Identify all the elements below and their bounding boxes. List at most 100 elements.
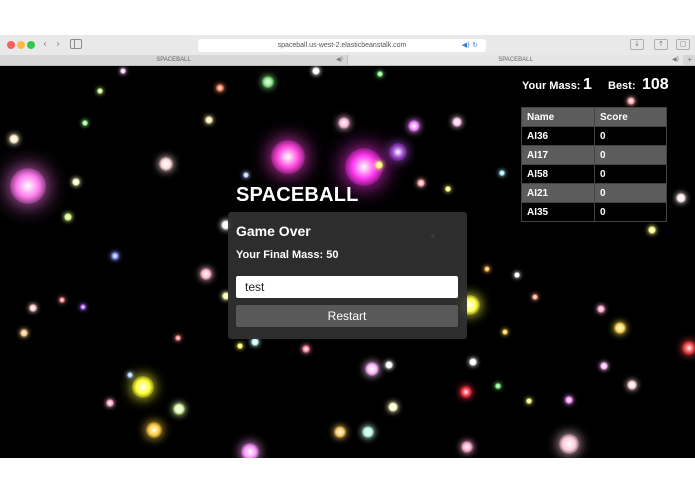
tab-bar: SPACEBALL ◀) SPACEBALL ◀) + xyxy=(0,55,695,66)
glowing-orb xyxy=(175,335,181,341)
audio-reload-icon[interactable]: ◀) ↻ xyxy=(462,39,478,52)
speaker-icon[interactable]: ◀) xyxy=(672,55,679,65)
minimize-window-button[interactable] xyxy=(17,41,25,49)
glowing-orb xyxy=(484,266,490,272)
glowing-orb xyxy=(80,304,86,310)
table-row: AI35 0 xyxy=(521,202,667,222)
speaker-icon[interactable]: ◀) xyxy=(336,55,343,65)
player-name: AI58 xyxy=(521,164,595,184)
mass-label: Your Mass: xyxy=(522,80,581,92)
address-bar[interactable]: spaceball.us-west-2.elasticbeanstalk.com… xyxy=(198,39,486,52)
player-name: AI35 xyxy=(521,202,595,222)
tabs-overview-icon[interactable]: ▢ xyxy=(676,39,690,50)
glowing-orb xyxy=(200,268,212,280)
sidebar-toggle-icon[interactable] xyxy=(70,39,82,49)
mass-value: 1 xyxy=(583,76,592,93)
glowing-orb xyxy=(365,362,379,376)
glowing-orb xyxy=(532,294,538,300)
glowing-orb xyxy=(237,343,243,349)
window-bottom-margin xyxy=(0,458,695,494)
player-score: 0 xyxy=(594,202,667,222)
glowing-orb xyxy=(385,361,393,369)
browser-toolbar: ‹ › spaceball.us-west-2.elasticbeanstalk… xyxy=(0,35,695,56)
glowing-orb xyxy=(627,380,637,390)
glowing-orb xyxy=(29,304,37,312)
best-label: Best: xyxy=(608,80,636,92)
forward-icon[interactable]: › xyxy=(52,39,64,50)
player-name: AI36 xyxy=(521,126,595,146)
glowing-orb xyxy=(389,143,407,161)
player-score: 0 xyxy=(594,145,667,165)
header-score: Score xyxy=(594,107,667,127)
download-icon[interactable]: ↓ xyxy=(630,39,644,50)
glowing-orb xyxy=(127,372,133,378)
glowing-orb xyxy=(173,403,185,415)
glowing-orb xyxy=(362,426,374,438)
game-over-panel: Game Over Your Final Mass: 50 Restart xyxy=(228,212,467,339)
player-name-input[interactable] xyxy=(236,276,458,298)
glowing-orb xyxy=(445,186,451,192)
table-row: AI36 0 xyxy=(521,126,667,146)
table-row: AI21 0 xyxy=(521,183,667,203)
player-name: AI17 xyxy=(521,145,595,165)
leaderboard-header: Name Score xyxy=(521,107,667,127)
glowing-orb xyxy=(64,213,72,221)
url-text: spaceball.us-west-2.elasticbeanstalk.com xyxy=(277,42,407,49)
glowing-orb xyxy=(495,383,501,389)
glowing-orb xyxy=(59,297,65,303)
player-score: 0 xyxy=(594,126,667,146)
glowing-orb xyxy=(312,67,320,75)
tab-spaceball-2[interactable]: SPACEBALL ◀) xyxy=(348,55,683,65)
glowing-orb xyxy=(627,97,635,105)
glowing-orb xyxy=(676,193,686,203)
table-row: AI17 0 xyxy=(521,145,667,165)
glowing-orb xyxy=(417,179,425,187)
leaderboard-table: Name Score AI36 0 AI17 0 AI58 0 AI21 0 A… xyxy=(521,107,667,222)
back-icon[interactable]: ‹ xyxy=(39,39,51,50)
glowing-orb xyxy=(106,399,114,407)
glowing-orb xyxy=(302,345,310,353)
glowing-orb xyxy=(648,226,656,234)
glowing-orb xyxy=(614,322,626,334)
glowing-orb xyxy=(377,71,383,77)
player-score: 0 xyxy=(594,164,667,184)
glowing-orb xyxy=(461,441,473,453)
glowing-orb xyxy=(271,140,305,174)
glowing-orb xyxy=(205,116,213,124)
maximize-window-button[interactable] xyxy=(27,41,35,49)
glowing-orb xyxy=(20,329,28,337)
glowing-orb xyxy=(338,117,350,129)
close-window-button[interactable] xyxy=(7,41,15,49)
glowing-orb xyxy=(502,329,508,335)
glowing-orb xyxy=(146,422,162,438)
glowing-orb xyxy=(469,358,477,366)
glowing-orb xyxy=(216,84,224,92)
player-score: 0 xyxy=(594,183,667,203)
glowing-orb xyxy=(132,376,154,398)
game-title: SPACEBALL xyxy=(236,184,359,206)
best-value: 108 xyxy=(642,76,669,93)
glowing-orb xyxy=(600,362,608,370)
glowing-orb xyxy=(10,168,46,204)
tab-spaceball-1[interactable]: SPACEBALL ◀) xyxy=(0,55,348,65)
glowing-orb xyxy=(241,443,259,458)
glowing-orb xyxy=(452,117,462,127)
glowing-orb xyxy=(408,120,420,132)
game-canvas[interactable]: Your Mass: 1 Best: 108 Name Score AI36 0… xyxy=(0,66,695,458)
glowing-orb xyxy=(460,386,472,398)
glowing-orb xyxy=(499,170,505,176)
glowing-orb xyxy=(682,341,695,355)
glowing-orb xyxy=(565,396,573,404)
game-over-heading: Game Over xyxy=(236,223,311,239)
new-tab-icon[interactable]: + xyxy=(687,55,692,65)
glowing-orb xyxy=(514,272,520,278)
glowing-orb xyxy=(159,157,173,171)
glowing-orb xyxy=(526,398,532,404)
restart-button[interactable]: Restart xyxy=(236,305,458,327)
glowing-orb xyxy=(262,76,274,88)
final-mass-text: Your Final Mass: 50 xyxy=(236,249,339,261)
share-icon[interactable]: ↑ xyxy=(654,39,668,50)
glowing-orb xyxy=(375,161,383,169)
header-name: Name xyxy=(521,107,595,127)
table-row: AI58 0 xyxy=(521,164,667,184)
